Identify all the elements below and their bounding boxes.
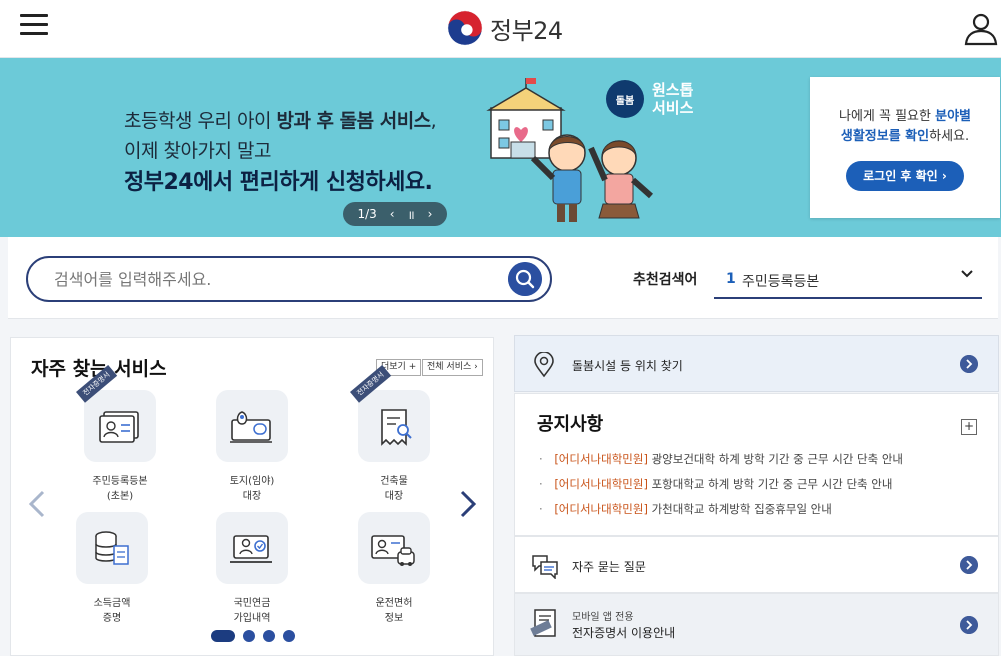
banner-pager: 1/3 ‹ ॥ ›: [343, 202, 447, 226]
map-location-icon: [216, 390, 288, 462]
banner-line2: 이제 찾아가지 말고: [124, 140, 271, 162]
notice-more-button[interactable]: +: [961, 419, 977, 435]
onestop-circle: 돌봄: [606, 80, 644, 118]
service-income-certificate[interactable]: 소득금액 증명: [57, 512, 167, 626]
chevron-right-circle-icon: [960, 355, 978, 373]
pager-prev-button[interactable]: ‹: [390, 207, 395, 221]
service-label: 건축물 대장: [380, 476, 408, 502]
rec-term: 주민등록등본: [742, 274, 820, 290]
user-icon[interactable]: [963, 10, 999, 46]
notice-item[interactable]: [어디서나대학민원] 포항대학교 하계 방학 기간 중 근무 시간 단축 안내: [539, 476, 892, 492]
login-info-card: 나에게 꼭 필요한 분야별 생활정보를 확인하세요. 로그인 후 확인 ›: [810, 77, 1000, 218]
right-column: 돌봄시설 등 위치 찾기 공지사항 + [어디서나대학민원] 광양보건대학 하계…: [514, 335, 999, 656]
license-car-icon: [358, 512, 430, 584]
search-box: [26, 256, 552, 302]
service-driver-license[interactable]: 운전면허 정보: [339, 512, 449, 626]
recommended-search-label: 추천검색어: [633, 272, 698, 288]
pager-count: 1/3: [357, 207, 377, 221]
chevron-left-icon[interactable]: [27, 489, 47, 519]
main-banner[interactable]: 초등학생 우리 아이 방과 후 돌봄 서비스, 이제 찾아가지 말고 정부24에…: [0, 58, 1001, 237]
notice-item[interactable]: [어디서나대학민원] 가천대학교 하계방학 집중휴무일 안내: [539, 501, 832, 517]
search-input[interactable]: [54, 268, 474, 290]
chevron-right-circle-icon: [960, 616, 978, 634]
carousel-dot-2[interactable]: [243, 630, 255, 642]
notice-item[interactable]: [어디서나대학민원] 광양보건대학 하계 방학 기간 중 근무 시간 단축 안내: [539, 451, 903, 467]
rec-rank: 1: [726, 271, 736, 287]
search-icon[interactable]: [508, 262, 542, 296]
carousel-dot-1[interactable]: [211, 630, 235, 642]
service-resident-registration[interactable]: 전자증명서 주민등록등본 (초본): [65, 365, 175, 504]
coins-document-icon: [76, 512, 148, 584]
faq-row[interactable]: 자주 묻는 질문: [514, 536, 999, 593]
chevron-down-icon: [961, 270, 973, 278]
chevron-right-icon[interactable]: [458, 489, 478, 519]
service-label: 토지(임야) 대장: [229, 476, 275, 502]
service-label: 운전면허 정보: [375, 598, 413, 624]
location-pin-icon: [534, 352, 554, 378]
service-label: 소득금액 증명: [93, 598, 131, 624]
logo[interactable]: 정부24: [446, 8, 563, 48]
carousel-dot-3[interactable]: [263, 630, 275, 642]
service-label: 주민등록등본 (초본): [92, 476, 148, 502]
onestop-badge: 돌봄 원스톱 서비스: [606, 80, 693, 118]
e-certificate-icon: [530, 609, 556, 637]
pager-next-button[interactable]: ›: [428, 207, 433, 221]
carousel-dots: [211, 630, 303, 642]
recommended-search-dropdown[interactable]: 1 주민등록등본: [714, 257, 982, 299]
e-certificate-guide-row[interactable]: 모바일 앱 전용 전자증명서 이용안내: [514, 593, 999, 656]
header: 정부24: [0, 0, 1001, 58]
service-label: 국민연금 가입내역: [233, 598, 271, 624]
taegeuk-logo-icon: [447, 10, 483, 46]
menu-icon[interactable]: [20, 14, 48, 40]
pager-pause-button[interactable]: ॥: [408, 206, 415, 223]
id-card-icon: 전자증명서: [76, 365, 156, 462]
service-national-pension[interactable]: 국민연금 가입내역: [197, 512, 307, 626]
onestop-text: 원스톱 서비스: [652, 81, 694, 117]
banner-line1: 초등학생 우리 아이 방과 후 돌봄 서비스,: [124, 110, 437, 132]
notice-title: 공지사항: [537, 414, 604, 435]
frequent-services-panel: 자주 찾는 서비스 더보기 + 전체 서비스 › 전자증명서 주민등록등본 (초…: [10, 337, 494, 656]
page: 정부24 초등학생 우리 아이 방과 후 돌봄 서비스, 이제 찾아가지 말고 …: [0, 0, 1001, 656]
service-land-register[interactable]: 토지(임야) 대장: [197, 390, 307, 504]
carousel-dot-4[interactable]: [283, 630, 295, 642]
chat-bubble-icon: [532, 555, 558, 579]
document-search-icon: 전자증명서: [350, 365, 430, 462]
care-facility-finder[interactable]: 돌봄시설 등 위치 찾기: [514, 335, 999, 392]
laptop-person-icon: [216, 512, 288, 584]
care-finder-label: 돌봄시설 등 위치 찾기: [572, 359, 683, 373]
banner-line3: 정부24에서 편리하게 신청하세요.: [124, 170, 433, 195]
search-band: 추천검색어 1 주민등록등본: [8, 237, 998, 319]
notice-panel: 공지사항 + [어디서나대학민원] 광양보건대학 하계 방학 기간 중 근무 시…: [514, 393, 999, 536]
login-message: 나에게 꼭 필요한 분야별 생활정보를 확인하세요.: [838, 109, 971, 144]
chevron-right-circle-icon: [960, 556, 978, 574]
faq-label: 자주 묻는 질문: [572, 560, 646, 574]
cert-sub-label: 모바일 앱 전용: [572, 612, 634, 623]
login-confirm-button[interactable]: 로그인 후 확인 ›: [846, 161, 964, 191]
cert-main-label: 전자증명서 이용안내: [572, 626, 676, 640]
logo-text: 정부24: [490, 16, 563, 45]
all-services-button[interactable]: 전체 서비스 ›: [422, 359, 483, 376]
service-building-register[interactable]: 전자증명서 건축물 대장: [339, 365, 449, 504]
